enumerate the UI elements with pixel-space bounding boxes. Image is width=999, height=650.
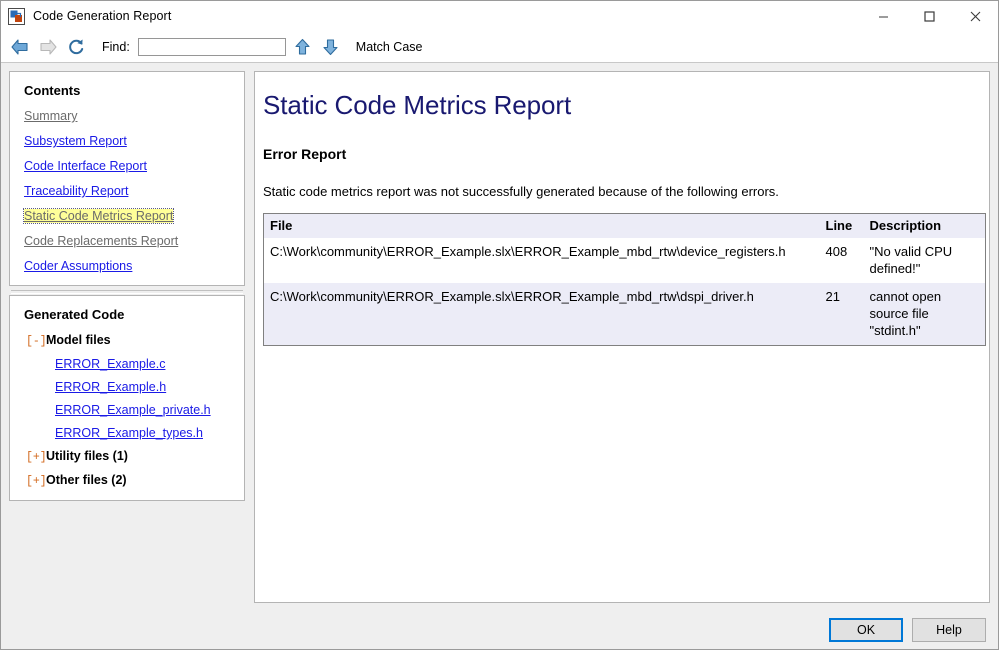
- report-document-icon: [8, 8, 25, 25]
- error-table: File Line Description C:\Work\community\…: [263, 213, 986, 346]
- file-link-error-example-h[interactable]: ERROR_Example.h: [55, 380, 166, 394]
- file-link-error-example-types-h[interactable]: ERROR_Example_types.h: [55, 426, 203, 440]
- cell-file: C:\Work\community\ERROR_Example.slx\ERRO…: [264, 238, 820, 283]
- section-heading-error-report: Error Report: [263, 146, 976, 162]
- forward-arrow-icon: [36, 35, 60, 59]
- sidebar-item-coder-assumptions[interactable]: Coder Assumptions: [24, 259, 132, 273]
- cell-line: 21: [820, 283, 864, 346]
- sidebar-divider: [9, 286, 245, 295]
- down-arrow-icon[interactable]: [320, 35, 342, 59]
- back-arrow-icon[interactable]: [8, 35, 32, 59]
- table-row: C:\Work\community\ERROR_Example.slx\ERRO…: [264, 283, 986, 346]
- sidebar-item-code-replacements-report[interactable]: Code Replacements Report: [24, 234, 178, 248]
- body-area: Contents Summary Subsystem Report Code I…: [1, 63, 998, 611]
- expand-toggle-icon[interactable]: [+]: [24, 451, 46, 464]
- minimize-icon[interactable]: [860, 1, 906, 31]
- tree-group-label: Utility files (1): [46, 449, 128, 463]
- column-header-file: File: [264, 214, 820, 239]
- close-icon[interactable]: [952, 1, 998, 31]
- sidebar: Contents Summary Subsystem Report Code I…: [9, 71, 245, 603]
- navigation-toolbar: Find: Match Case: [1, 31, 998, 63]
- contents-title: Contents: [24, 83, 230, 98]
- up-arrow-icon[interactable]: [292, 35, 314, 59]
- tree-group-label: Other files (2): [46, 473, 127, 487]
- generated-code-panel: Generated Code [-] Model files ERROR_Exa…: [9, 295, 245, 501]
- find-label: Find:: [102, 40, 130, 54]
- expand-toggle-icon[interactable]: [+]: [24, 475, 46, 488]
- title-bar: Code Generation Report: [1, 1, 998, 31]
- dialog-footer: OK Help: [1, 611, 998, 649]
- find-input[interactable]: [138, 38, 286, 56]
- tree-group-label: Model files: [46, 333, 111, 347]
- tree-group-utility-files[interactable]: [+] Utility files (1): [24, 449, 230, 464]
- sidebar-item-subsystem-report[interactable]: Subsystem Report: [24, 134, 127, 148]
- refresh-icon[interactable]: [64, 35, 88, 59]
- sidebar-item-traceability-report[interactable]: Traceability Report: [24, 184, 128, 198]
- match-case-label[interactable]: Match Case: [356, 40, 423, 54]
- file-link-error-example-private-h[interactable]: ERROR_Example_private.h: [55, 403, 211, 417]
- page-title: Static Code Metrics Report: [263, 88, 976, 121]
- cell-line: 408: [820, 238, 864, 283]
- table-row: C:\Work\community\ERROR_Example.slx\ERRO…: [264, 238, 986, 283]
- report-content: Static Code Metrics Report Error Report …: [254, 71, 990, 603]
- file-link-error-example-c[interactable]: ERROR_Example.c: [55, 357, 165, 371]
- collapse-toggle-icon[interactable]: [-]: [24, 335, 46, 348]
- tree-group-other-files[interactable]: [+] Other files (2): [24, 473, 230, 488]
- cell-description: cannot open source file "stdint.h": [864, 283, 986, 346]
- ok-button[interactable]: OK: [829, 618, 903, 642]
- sidebar-item-code-interface-report[interactable]: Code Interface Report: [24, 159, 147, 173]
- column-header-line: Line: [820, 214, 864, 239]
- sidebar-item-summary[interactable]: Summary: [24, 109, 77, 123]
- contents-panel: Contents Summary Subsystem Report Code I…: [9, 71, 245, 286]
- window-controls: [860, 1, 998, 31]
- cell-file: C:\Work\community\ERROR_Example.slx\ERRO…: [264, 283, 820, 346]
- table-header-row: File Line Description: [264, 214, 986, 239]
- code-generation-report-window: Code Generation Report: [0, 0, 999, 650]
- intro-text: Static code metrics report was not succe…: [263, 184, 976, 199]
- tree-group-model-files[interactable]: [-] Model files: [24, 333, 230, 348]
- window-title: Code Generation Report: [33, 9, 171, 23]
- cell-description: "No valid CPU defined!": [864, 238, 986, 283]
- generated-code-title: Generated Code: [24, 307, 230, 322]
- column-header-description: Description: [864, 214, 986, 239]
- help-button[interactable]: Help: [912, 618, 986, 642]
- maximize-icon[interactable]: [906, 1, 952, 31]
- sidebar-item-static-code-metrics-report[interactable]: Static Code Metrics Report: [24, 209, 173, 223]
